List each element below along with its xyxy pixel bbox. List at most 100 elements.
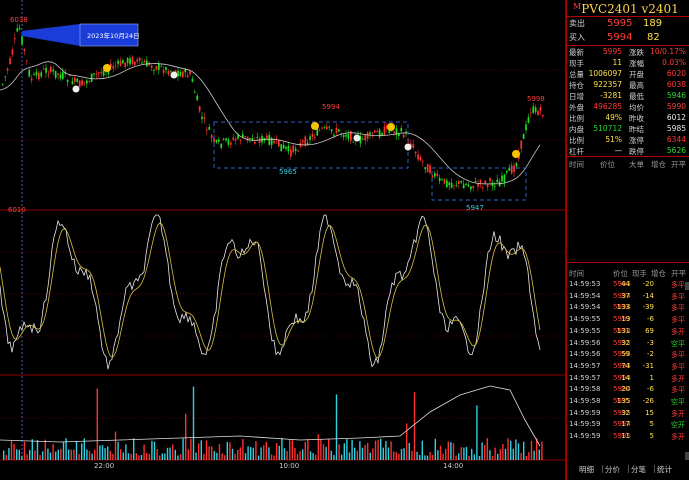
candle-body xyxy=(515,163,518,167)
candle-body xyxy=(98,72,100,74)
candle-body xyxy=(23,48,26,52)
volume-bar xyxy=(351,439,353,460)
candle-body xyxy=(393,131,395,133)
volume-bar xyxy=(507,438,509,460)
volume-bar xyxy=(8,448,10,460)
quote-panel: MPVC2401 v2401 卖出 5995 189 买入 5994 82 最新… xyxy=(566,0,689,480)
volume-bar xyxy=(491,455,494,460)
candle-body xyxy=(520,140,523,149)
volume-bar xyxy=(88,451,91,460)
volume-bar xyxy=(39,454,41,460)
gear-icon xyxy=(353,134,361,142)
candle-body xyxy=(249,138,251,140)
scroll-down-icon[interactable] xyxy=(685,452,689,460)
volume-bar xyxy=(109,450,111,460)
volume-bar xyxy=(179,454,182,460)
candle-body xyxy=(347,134,350,139)
volume-bar xyxy=(146,452,148,460)
volume-bar xyxy=(169,447,171,460)
volume-bar xyxy=(320,439,322,460)
volume-bar xyxy=(257,455,260,460)
volume-bar xyxy=(387,447,390,460)
candle-body xyxy=(57,73,59,75)
candle-body xyxy=(525,124,527,131)
volume-bar xyxy=(361,447,364,460)
volume-bar xyxy=(468,455,470,460)
tab-price-dist[interactable]: 分价 xyxy=(605,464,620,475)
volume-bar xyxy=(211,446,213,460)
volume-bar xyxy=(265,441,267,460)
volume-bar xyxy=(504,448,507,460)
volume-bar xyxy=(156,449,158,460)
candle-body xyxy=(467,184,470,187)
scroll-up-icon[interactable] xyxy=(685,282,689,290)
candle-body xyxy=(278,139,280,147)
candle-body xyxy=(189,71,191,75)
candle-body xyxy=(122,60,124,64)
volume-bar xyxy=(541,441,543,460)
candle-body xyxy=(21,36,23,45)
candle-body xyxy=(131,57,134,64)
buy-price: 5994 xyxy=(607,32,633,43)
candle-body xyxy=(76,78,79,82)
volume-bar xyxy=(104,448,106,460)
candle-body xyxy=(302,140,304,143)
volume-bar xyxy=(260,447,262,460)
volume-bar xyxy=(213,451,215,460)
volume-bar xyxy=(49,452,52,460)
candle-body xyxy=(527,117,530,123)
volume-bar xyxy=(515,439,517,460)
candle-body xyxy=(78,80,81,88)
candle-body xyxy=(328,126,331,128)
candle-body xyxy=(448,182,451,186)
candle-body xyxy=(218,139,220,142)
time-label-1: 22:00 xyxy=(94,462,114,470)
volume-bar xyxy=(520,452,522,460)
candle-body xyxy=(496,179,499,183)
candle-body xyxy=(88,80,91,82)
candle-body xyxy=(282,144,285,149)
title-marker: M xyxy=(573,2,582,11)
volume-bar xyxy=(13,443,15,460)
label-last-high: 5998 xyxy=(527,95,545,103)
volume-bar xyxy=(138,455,140,460)
volume-bar xyxy=(395,452,397,460)
volume-bar xyxy=(3,450,5,460)
stat-row: 内盘 510712 昨结 5985 xyxy=(569,124,686,134)
volume-bar xyxy=(94,449,96,460)
tab-stats[interactable]: 统计 xyxy=(657,464,672,475)
candle-body xyxy=(443,178,446,184)
candle-body xyxy=(62,72,64,79)
volume-bar xyxy=(333,454,335,460)
tab-ticks[interactable]: 分笔 xyxy=(631,464,646,475)
volume-bar xyxy=(29,450,31,460)
volume-bar xyxy=(317,434,319,460)
volume-bar xyxy=(434,438,436,460)
candle-body xyxy=(462,184,465,189)
volume-bar xyxy=(302,449,304,460)
tab-details[interactable]: 明细 xyxy=(579,464,594,475)
volume-bar xyxy=(231,448,234,460)
candle-body xyxy=(117,60,119,64)
candle-body xyxy=(18,27,21,30)
tick-row: 14:59:57 5994 14 1 多开 xyxy=(569,373,685,383)
candle-body xyxy=(38,72,40,80)
volume-bar xyxy=(237,449,239,460)
volume-bar xyxy=(229,442,231,460)
candle-body xyxy=(28,70,31,77)
volume-bar xyxy=(439,445,442,460)
candle-body xyxy=(422,161,424,163)
volume-bar xyxy=(400,448,403,460)
candle-body xyxy=(129,58,131,65)
volume-bar xyxy=(481,442,483,460)
volume-bar xyxy=(281,438,283,460)
volume-bar xyxy=(99,445,101,460)
tick-row: 14:59:55 5993 19 -6 多平 xyxy=(569,315,685,325)
volume-bar xyxy=(252,447,254,460)
volume-bar xyxy=(471,448,473,460)
volume-bar xyxy=(289,438,291,460)
volume-bar xyxy=(81,443,83,460)
volume-bar xyxy=(473,454,475,460)
volume-bar xyxy=(55,451,57,460)
price-chart-area[interactable]: 6038 6010 5994 5965 5947 5998 2023年10月24… xyxy=(0,0,566,480)
